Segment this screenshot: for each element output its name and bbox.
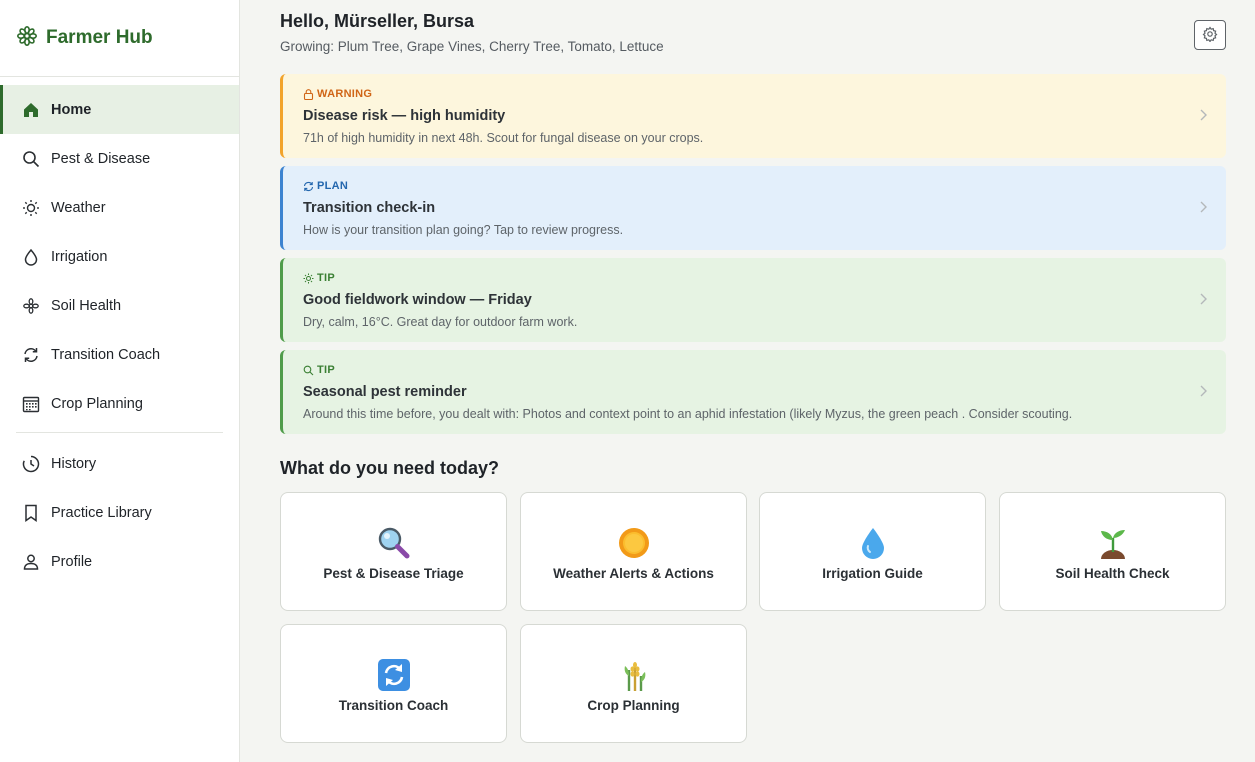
alert-cards: WARNING Disease risk — high humidity 71h… <box>280 74 1226 442</box>
nav-divider <box>16 432 223 433</box>
sidebar-item-label: Transition Coach <box>51 346 161 363</box>
sidebar-item-pest-disease[interactable]: Pest & Disease <box>0 134 239 183</box>
sidebar-item-home[interactable]: Home <box>0 85 239 134</box>
alert-tag: WARNING <box>303 87 1186 101</box>
sidebar-item-transition-coach[interactable]: Transition Coach <box>0 330 239 379</box>
section-title: What do you need today? <box>280 458 499 478</box>
alert-card-warning[interactable]: WARNING Disease risk — high humidity 71h… <box>280 74 1226 158</box>
sidebar-item-practice-library[interactable]: Practice Library <box>0 488 239 537</box>
sidebar-item-label: Pest & Disease <box>51 150 151 167</box>
sidebar-item-label: Home <box>51 101 92 118</box>
sidebar-item-label: Irrigation <box>51 248 108 265</box>
alert-card-tip-pest[interactable]: TIP Seasonal pest reminder Around this t… <box>280 350 1226 434</box>
alert-tag: TIP <box>303 271 1186 285</box>
sidebar-item-weather[interactable]: Weather <box>0 183 239 232</box>
bookmark-icon <box>21 503 41 523</box>
sun-icon <box>617 526 651 560</box>
alert-description: 71h of high humidity in next 48h. Scout … <box>303 131 704 145</box>
app-name: Farmer Hub <box>46 27 153 48</box>
alert-title: Transition check-in <box>303 200 436 216</box>
seedling-icon <box>1096 526 1130 560</box>
brand[interactable]: Farmer Hub <box>0 0 239 77</box>
home-icon <box>21 100 41 120</box>
sidebar-item-label: History <box>51 455 97 472</box>
alert-title: Disease risk — high humidity <box>303 108 506 124</box>
chevron-right-icon <box>1198 108 1208 127</box>
alert-description: Dry, calm, 16°C. Great day for outdoor f… <box>303 315 578 329</box>
sidebar-item-profile[interactable]: Profile <box>0 537 239 586</box>
sidebar-item-label: Practice Library <box>51 504 152 521</box>
crops-icon <box>617 658 651 692</box>
sidebar-item-irrigation[interactable]: Irrigation <box>0 232 239 281</box>
clock-icon <box>21 454 41 474</box>
chevron-right-icon <box>1198 200 1208 219</box>
sidebar-item-label: Weather <box>51 199 106 216</box>
sidebar-item-crop-planning[interactable]: Crop Planning <box>0 379 239 428</box>
user-icon <box>21 552 41 572</box>
lock-icon <box>303 88 314 100</box>
tile-label: Soil Health Check <box>1055 566 1170 581</box>
sidebar-item-label: Profile <box>51 553 93 570</box>
tile-pest-disease-triage[interactable]: Pest & Disease Triage <box>280 492 507 611</box>
alert-card-plan[interactable]: PLAN Transition check-in How is your tra… <box>280 166 1226 250</box>
tile-crop-planning[interactable]: Crop Planning <box>520 624 747 743</box>
growing-crops: Growing: Plum Tree, Grape Vines, Cherry … <box>280 39 664 54</box>
tile-label: Pest & Disease Triage <box>323 566 464 581</box>
sidebar: Farmer Hub Home Pest & Disease Weather I… <box>0 0 240 762</box>
tile-label: Transition Coach <box>338 698 449 713</box>
tile-weather-alerts[interactable]: Weather Alerts & Actions <box>520 492 747 611</box>
tile-transition-coach[interactable]: Transition Coach <box>280 624 507 743</box>
droplet-icon <box>856 526 890 560</box>
refresh-icon <box>303 181 314 192</box>
droplet-icon <box>21 247 41 267</box>
alert-description: Around this time before, you dealt with:… <box>303 407 1073 421</box>
refresh-icon <box>21 345 41 365</box>
flower-icon <box>21 296 41 316</box>
calendar-icon <box>21 394 41 414</box>
alert-tag: PLAN <box>303 179 1186 193</box>
tile-soil-health-check[interactable]: Soil Health Check <box>999 492 1226 611</box>
tile-irrigation-guide[interactable]: Irrigation Guide <box>759 492 986 611</box>
sidebar-item-label: Soil Health <box>51 297 122 314</box>
alert-description: How is your transition plan going? Tap t… <box>303 223 624 237</box>
settings-button[interactable] <box>1194 20 1226 50</box>
search-icon <box>21 149 41 169</box>
alert-title: Good fieldwork window — Friday <box>303 292 532 308</box>
magnifier-icon <box>377 526 411 560</box>
search-icon <box>303 365 314 376</box>
cycle-icon <box>377 658 411 692</box>
alert-tag-label: TIP <box>317 364 336 376</box>
alert-tag-label: PLAN <box>317 180 349 192</box>
tile-label: Irrigation Guide <box>822 566 923 581</box>
alert-card-tip-fieldwork[interactable]: TIP Good fieldwork window — Friday Dry, … <box>280 258 1226 342</box>
sidebar-item-soil-health[interactable]: Soil Health <box>0 281 239 330</box>
sidebar-item-label: Crop Planning <box>51 395 143 412</box>
greeting-title: Hello, Mürseller, Bursa <box>280 11 475 31</box>
alert-tag: TIP <box>303 363 1186 377</box>
sidebar-item-history[interactable]: History <box>0 439 239 488</box>
alert-title: Seasonal pest reminder <box>303 384 467 400</box>
alert-tag-label: TIP <box>317 272 336 284</box>
tile-label: Crop Planning <box>587 698 680 713</box>
sidebar-nav: Home Pest & Disease Weather Irrigation S… <box>0 77 239 586</box>
flower-logo-icon <box>16 25 38 52</box>
alert-tag-label: WARNING <box>317 88 373 100</box>
chevron-right-icon <box>1198 384 1208 403</box>
tile-label: Weather Alerts & Actions <box>553 566 714 581</box>
sun-icon <box>303 273 314 284</box>
gear-icon <box>1202 25 1218 45</box>
chevron-right-icon <box>1198 292 1208 311</box>
sun-icon <box>21 198 41 218</box>
